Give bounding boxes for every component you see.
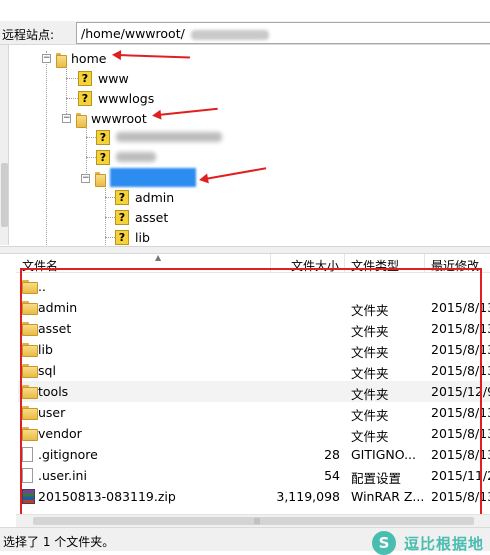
- tree-node-label: www: [98, 70, 129, 86]
- remote-site-path-text: /home/wwwroot/: [81, 26, 185, 41]
- collapse-icon[interactable]: −: [42, 54, 51, 63]
- tree-node-home[interactable]: home: [56, 49, 108, 68]
- watermark: S 逗比根据地: [371, 531, 484, 555]
- scrollbar-grip-icon: |||: [254, 518, 261, 525]
- status-bar: 选择了 1 个文件夹。 S 逗比根据地: [0, 527, 490, 555]
- tree-node-selected-site[interactable]: [95, 167, 196, 187]
- tree-node-label: admin: [135, 189, 175, 205]
- tree-connector: [66, 65, 67, 120]
- sort-ascending-icon: ▲: [155, 253, 162, 262]
- tree-node-wwwroot[interactable]: wwwroot: [76, 109, 149, 128]
- remote-directory-tree: − home ? www ? wwwlogs − wwwroot ? ? − ?…: [0, 45, 490, 248]
- tree-node-label: lib: [135, 229, 150, 245]
- tree-node-www[interactable]: ? www: [78, 69, 131, 87]
- annotation-arrow: [204, 167, 267, 180]
- watermark-logo-icon: S: [371, 531, 396, 555]
- annotation-highlight-box: [20, 268, 482, 517]
- unknown-folder-icon: ?: [115, 209, 129, 225]
- collapse-icon[interactable]: −: [81, 174, 90, 183]
- remote-site-bar: 远程站点: /home/wwwroot/: [0, 21, 490, 45]
- unknown-folder-icon: ?: [115, 229, 129, 245]
- unknown-folder-icon: ?: [115, 189, 129, 205]
- tree-node-label: home: [71, 50, 107, 66]
- list-left-gutter: [0, 254, 16, 516]
- folder-icon: [56, 52, 67, 68]
- tree-node-asset[interactable]: ? asset: [115, 208, 170, 226]
- watermark-text: 逗比根据地: [403, 534, 484, 553]
- tree-connector: [105, 185, 106, 245]
- tree-node-redacted[interactable]: ?: [96, 128, 222, 146]
- unknown-folder-icon: ?: [96, 149, 110, 165]
- collapse-icon[interactable]: −: [62, 114, 71, 123]
- unknown-folder-icon: ?: [96, 129, 110, 145]
- tree-vertical-scrollbar[interactable]: [0, 45, 9, 245]
- folder-open-icon: [95, 171, 106, 187]
- scrollbar-thumb[interactable]: [1, 163, 8, 227]
- redacted-label: [116, 132, 222, 142]
- redacted-label: [116, 152, 156, 162]
- annotation-arrow: [157, 107, 218, 116]
- tree-node-lib[interactable]: ? lib: [115, 228, 152, 246]
- tree-node-admin[interactable]: ? admin: [115, 188, 176, 206]
- unknown-folder-icon: ?: [78, 90, 92, 106]
- tree-node-label: asset: [135, 209, 169, 225]
- remote-site-path-input[interactable]: /home/wwwroot/: [76, 22, 490, 44]
- list-horizontal-scrollbar[interactable]: |||: [16, 514, 490, 527]
- folder-icon: [76, 112, 87, 128]
- tree-node-label: wwwlogs: [98, 90, 155, 106]
- redacted-path-segment: [190, 29, 269, 40]
- redacted-selected-label: [110, 167, 196, 187]
- tree-connector: [46, 51, 47, 248]
- unknown-folder-icon: ?: [78, 70, 92, 86]
- tree-node-redacted[interactable]: ?: [96, 148, 156, 166]
- tree-node-wwwlogs[interactable]: ? wwwlogs: [78, 89, 156, 107]
- remote-site-label: 远程站点:: [2, 28, 55, 42]
- pane-splitter[interactable]: [0, 246, 490, 254]
- status-text: 选择了 1 个文件夹。: [3, 535, 115, 549]
- tree-node-label: wwwroot: [91, 110, 147, 126]
- annotation-arrow: [117, 54, 190, 59]
